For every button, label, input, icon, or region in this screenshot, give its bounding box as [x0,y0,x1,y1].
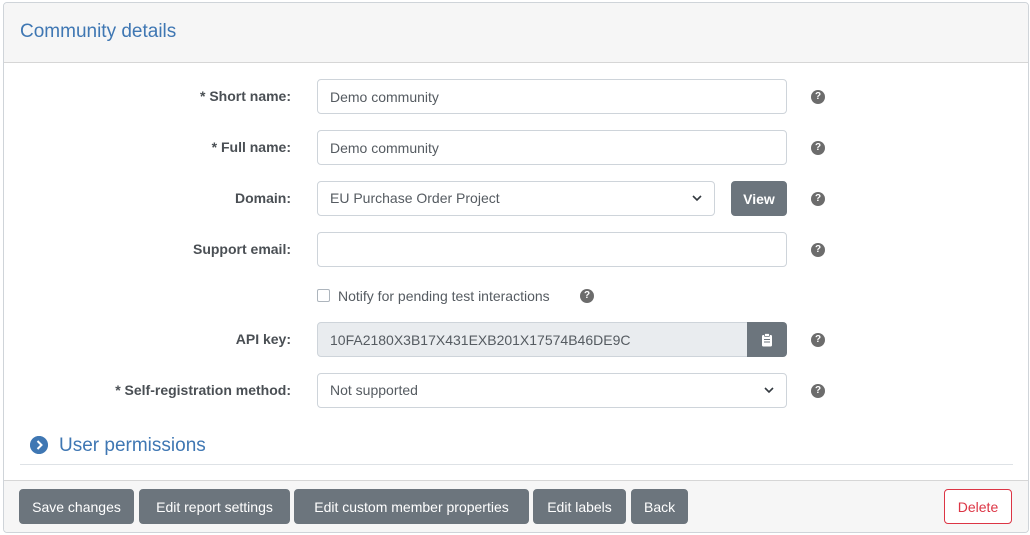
user-permissions-title: User permissions [59,435,206,456]
chevron-right-circle-icon [30,436,48,454]
domain-label: Domain: [235,190,291,206]
api-key-row: API key: ? [4,322,1028,357]
question-circle-icon[interactable]: ? [580,289,594,303]
api-key-label: API key: [235,331,291,347]
chevron-down-icon [692,195,702,202]
short-name-row: * Short name: ? [4,79,1028,114]
full-name-label: * Full name: [211,139,291,155]
notify-label[interactable]: Notify for pending test interactions [338,286,550,306]
edit-custom-member-properties-button[interactable]: Edit custom member properties [294,489,529,524]
short-name-input[interactable] [317,79,787,114]
clipboard-icon [762,332,772,346]
api-key-input[interactable] [317,322,748,357]
community-details-card: Community details * Short name: ? * Full… [3,2,1029,533]
domain-select-value: EU Purchase Order Project [330,190,500,206]
question-circle-icon[interactable]: ? [811,243,825,257]
back-button[interactable]: Back [631,489,688,524]
full-name-row: * Full name: ? [4,130,1028,165]
page-title: Community details [20,21,177,42]
self-registration-row: * Self-registration method: Not supporte… [4,373,1028,408]
short-name-label: * Short name: [199,88,291,104]
self-registration-label: * Self-registration method: [115,382,291,398]
full-name-input[interactable] [317,130,787,165]
card-footer: Save changes Edit report settings Edit c… [4,480,1028,532]
edit-report-settings-button[interactable]: Edit report settings [139,489,290,524]
notify-checkbox[interactable] [317,289,330,302]
support-email-row: Support email: ? [4,232,1028,267]
edit-labels-button[interactable]: Edit labels [533,489,626,524]
copy-api-key-button[interactable] [747,322,787,357]
save-changes-button[interactable]: Save changes [19,489,134,524]
support-email-input[interactable] [317,232,787,267]
self-registration-select[interactable]: Not supported [317,373,787,408]
domain-select[interactable]: EU Purchase Order Project [317,181,715,216]
question-circle-icon[interactable]: ? [811,384,825,398]
delete-button[interactable]: Delete [944,489,1012,524]
question-circle-icon[interactable]: ? [811,90,825,104]
question-circle-icon[interactable]: ? [811,192,825,206]
section-divider [20,464,1013,465]
view-domain-button[interactable]: View [731,181,787,216]
question-circle-icon[interactable]: ? [811,141,825,155]
domain-row: Domain: EU Purchase Order Project View ? [4,181,1028,216]
support-email-label: Support email: [192,241,291,257]
chevron-down-icon [764,387,774,394]
self-registration-select-value: Not supported [330,382,418,398]
question-circle-icon[interactable]: ? [811,333,825,347]
card-header: Community details [4,3,1028,63]
